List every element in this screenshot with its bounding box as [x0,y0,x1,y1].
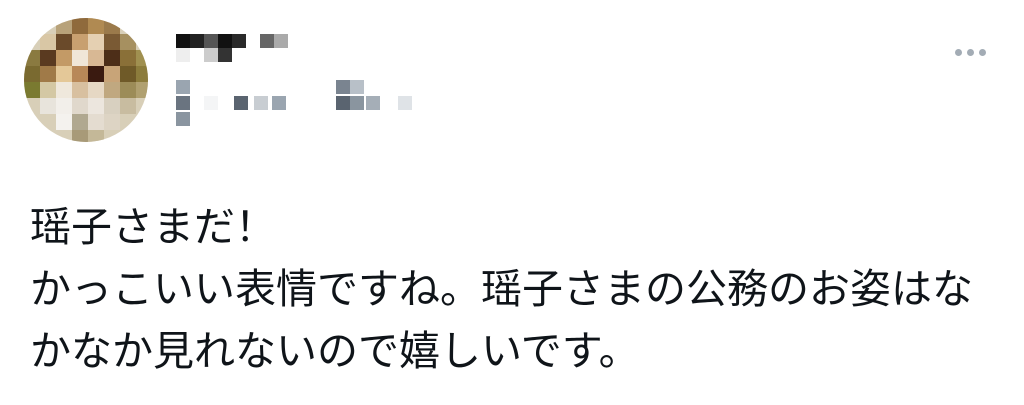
display-name-redacted[interactable] [176,34,288,62]
handle-redacted[interactable] [176,80,416,126]
tweet-text-line: かなか見れないので嬉しいです。 [30,327,640,375]
tweet-text-line: かっこいい表情ですね。瑶子さまの公務のお姿はな [30,265,973,313]
more-dot [966,48,974,56]
more-dot [978,48,986,56]
more-dot [954,48,962,56]
avatar[interactable] [24,18,148,142]
tweet-text: 瑶子さまだ！ かっこいい表情ですね。瑶子さまの公務のお姿はな かなか見れないので… [30,196,1010,382]
tweet-text-line: 瑶子さまだ！ [30,203,276,251]
tweet-card: 瑶子さまだ！ かっこいい表情ですね。瑶子さまの公務のお姿はな かなか見れないので… [0,0,1024,405]
more-options-icon[interactable] [950,44,990,60]
